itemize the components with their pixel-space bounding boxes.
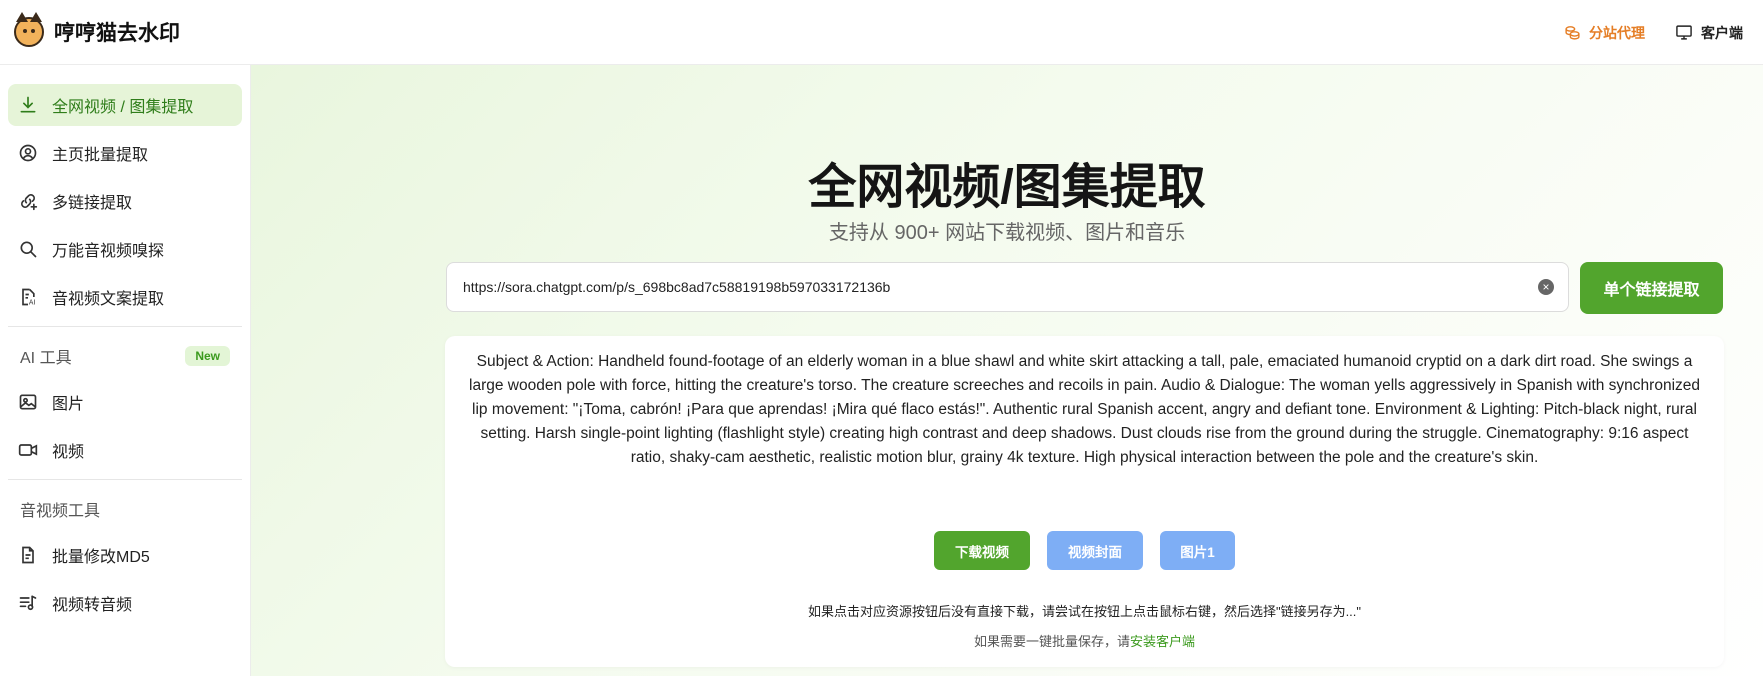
main-content: 全网视频/图集提取 支持从 900+ 网站下载视频、图片和音乐 × 单个链接提取…: [251, 65, 1763, 676]
batch-save-hint-text: 如果需要一键批量保存，请: [973, 634, 1130, 649]
image-icon: [19, 394, 37, 410]
result-card: Subject & Action: Handheld found-footage…: [445, 336, 1724, 667]
video-cover-button[interactable]: 视频封面: [1047, 531, 1143, 570]
download-hint: 如果点击对应资源按钮后没有直接下载，请尝试在按钮上点击鼠标右键，然后选择"链接另…: [807, 604, 1362, 619]
sidebar-item-label: 视频转音频: [52, 597, 133, 614]
page-title: 全网视频/图集提取: [808, 161, 1206, 214]
file-icon: [22, 546, 34, 564]
sidebar-item-video-to-audio[interactable]: 视频转音频: [8, 582, 242, 624]
sidebar-item-label: 主页批量提取: [52, 147, 149, 164]
sidebar-item-md5[interactable]: 批量修改MD5: [8, 534, 242, 576]
top-header: 哼哼猫去水印 分站代理 客户端: [0, 0, 1763, 65]
av-tools-section: 音视频工具: [8, 488, 242, 530]
sidebar-item-label: 全网视频 / 图集提取: [52, 99, 194, 116]
page-subtitle: 支持从 900+ 网站下载视频、图片和音乐: [828, 222, 1186, 244]
sidebar-divider: [8, 479, 242, 480]
agent-label: 分站代理: [1589, 24, 1645, 41]
sidebar-item-video[interactable]: 视频: [8, 429, 242, 471]
monitor-icon: [1676, 25, 1692, 40]
download-icon: [20, 96, 36, 113]
client-link[interactable]: 客户端: [1675, 23, 1743, 43]
section-title: AI 工具: [20, 350, 72, 367]
sidebar-item-label: 批量修改MD5: [52, 549, 150, 566]
sidebar-item-sniffer[interactable]: 万能音视频嗅探: [8, 228, 242, 270]
sidebar-item-image[interactable]: 图片: [8, 381, 242, 423]
user-circle-icon: [19, 144, 37, 162]
clear-input-icon[interactable]: ×: [1538, 279, 1554, 295]
install-client-link[interactable]: 安装客户端: [1130, 634, 1195, 649]
sidebar-item-video-extract[interactable]: 全网视频 / 图集提取: [8, 84, 242, 126]
search-icon: [20, 241, 37, 258]
document-ai-icon: AI: [22, 288, 36, 307]
download-video-button[interactable]: 下载视频: [934, 531, 1030, 570]
brand-name: 哼哼猫去水印: [54, 22, 180, 45]
sidebar-item-label: 万能音视频嗅探: [52, 243, 165, 260]
url-input[interactable]: [463, 279, 1538, 295]
url-search-box: ×: [446, 262, 1569, 312]
section-title: 音视频工具: [20, 503, 101, 520]
sidebar-item-homepage-batch[interactable]: 主页批量提取: [8, 132, 242, 174]
sidebar-item-label: 多链接提取: [52, 195, 133, 212]
link-plus-icon: [21, 194, 38, 211]
sidebar-item-label: 视频: [52, 444, 85, 461]
music-list-icon: [19, 595, 37, 611]
brand[interactable]: 哼哼猫去水印: [14, 12, 180, 47]
sidebar-divider: [8, 326, 242, 327]
svg-text:AI: AI: [29, 299, 36, 307]
batch-save-hint: 如果需要一键批量保存，请安装客户端: [445, 631, 1724, 650]
sidebar-item-label: 音视频文案提取: [52, 291, 165, 308]
sidebar-item-label: 图片: [52, 396, 85, 413]
client-label: 客户端: [1701, 24, 1743, 41]
ai-tools-section: AI 工具 New: [8, 335, 242, 377]
cat-logo-icon: [14, 12, 44, 47]
image-1-button[interactable]: 图片1: [1160, 531, 1235, 570]
result-description: Subject & Action: Handheld found-footage…: [469, 353, 1701, 466]
new-badge: New: [185, 346, 230, 366]
agent-link[interactable]: 分站代理: [1564, 23, 1645, 43]
coins-icon: [1565, 26, 1580, 40]
single-link-extract-button[interactable]: 单个链接提取: [1580, 262, 1723, 314]
sidebar: 全网视频 / 图集提取 主页批量提取 多链接提取 万能音视频嗅探 AI 音视频文…: [0, 65, 251, 676]
result-actions: 下载视频 视频封面 图片1: [445, 531, 1724, 570]
video-icon: [18, 444, 38, 456]
sidebar-item-transcript[interactable]: AI 音视频文案提取: [8, 276, 242, 318]
sidebar-item-multi-link[interactable]: 多链接提取: [8, 180, 242, 222]
